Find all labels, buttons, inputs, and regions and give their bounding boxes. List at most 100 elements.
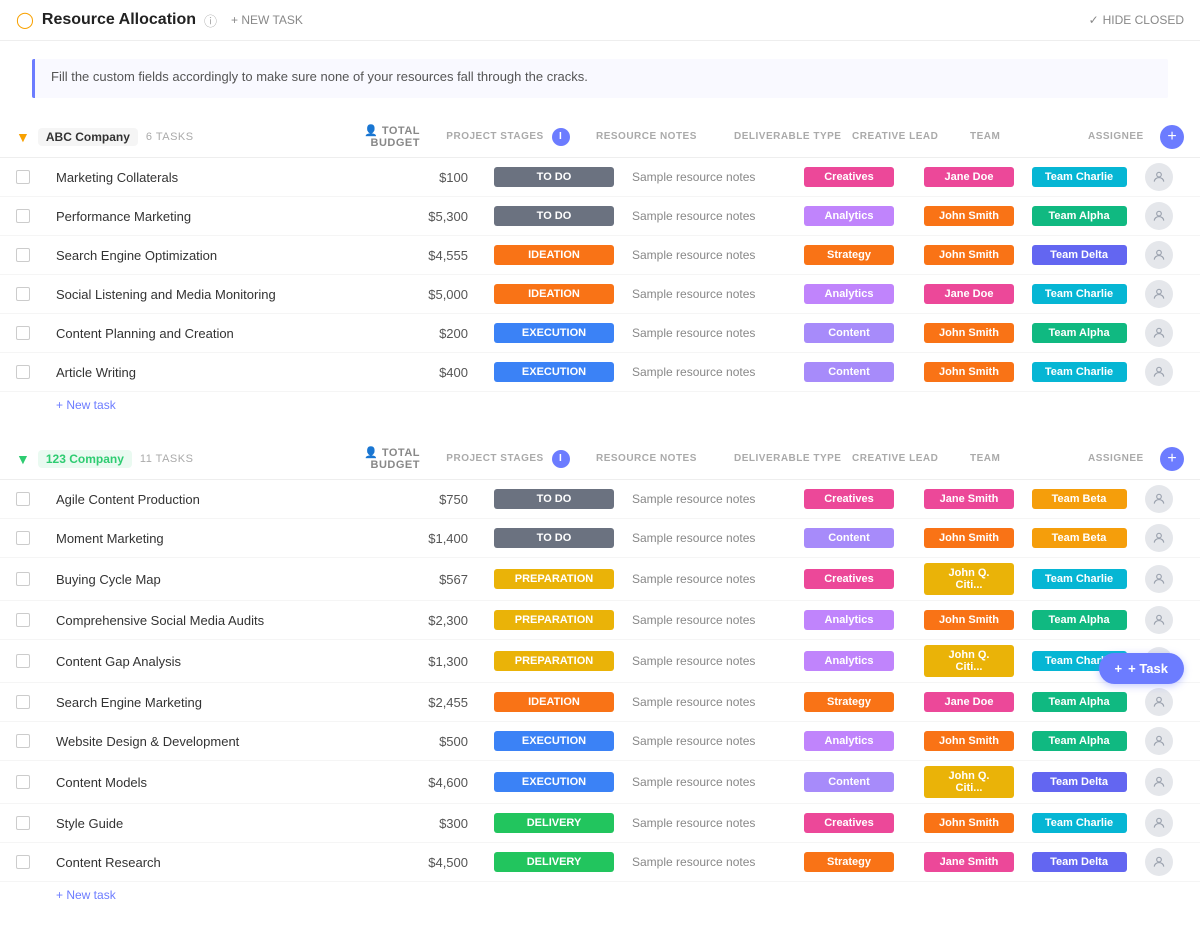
- team-badge[interactable]: Team Delta: [1032, 772, 1127, 792]
- creative-lead-badge[interactable]: John Smith: [924, 245, 1014, 265]
- team-badge[interactable]: Team Alpha: [1032, 610, 1127, 630]
- team-badge[interactable]: Team Beta: [1032, 528, 1127, 548]
- team-badge[interactable]: Team Charlie: [1032, 569, 1127, 589]
- creative-lead-badge[interactable]: John Smith: [924, 731, 1014, 751]
- task-checkbox[interactable]: [16, 695, 30, 709]
- team-badge[interactable]: Team Alpha: [1032, 323, 1127, 343]
- stage-badge[interactable]: DELIVERY: [494, 852, 614, 872]
- task-checkbox[interactable]: [16, 326, 30, 340]
- stage-badge[interactable]: TO DO: [494, 167, 614, 187]
- task-checkbox[interactable]: [16, 365, 30, 379]
- task-checkbox[interactable]: [16, 531, 30, 545]
- creative-lead-badge[interactable]: John Smith: [924, 323, 1014, 343]
- deliverable-badge[interactable]: Creatives: [804, 489, 894, 509]
- creative-lead-badge[interactable]: John Q. Citi...: [924, 766, 1014, 798]
- stage-badge[interactable]: EXECUTION: [494, 323, 614, 343]
- ps-info-icon[interactable]: i: [552, 128, 570, 146]
- task-checkbox[interactable]: [16, 734, 30, 748]
- add-column-button-comp123[interactable]: +: [1160, 447, 1184, 471]
- stage-badge[interactable]: PREPARATION: [494, 651, 614, 671]
- stage-badge[interactable]: EXECUTION: [494, 731, 614, 751]
- assignee-icon[interactable]: [1145, 485, 1173, 513]
- ps-info-icon[interactable]: i: [552, 450, 570, 468]
- task-checkbox[interactable]: [16, 654, 30, 668]
- creative-lead-badge[interactable]: Jane Doe: [924, 284, 1014, 304]
- stage-badge[interactable]: TO DO: [494, 206, 614, 226]
- new-task-row-abc[interactable]: + New task: [0, 392, 1200, 418]
- deliverable-badge[interactable]: Analytics: [804, 206, 894, 226]
- deliverable-badge[interactable]: Creatives: [804, 569, 894, 589]
- assignee-icon[interactable]: [1145, 848, 1173, 876]
- assignee-icon[interactable]: [1145, 358, 1173, 386]
- stage-badge[interactable]: EXECUTION: [494, 362, 614, 382]
- creative-lead-badge[interactable]: Jane Doe: [924, 692, 1014, 712]
- creative-lead-badge[interactable]: John Smith: [924, 362, 1014, 382]
- stage-badge[interactable]: TO DO: [494, 528, 614, 548]
- task-checkbox[interactable]: [16, 816, 30, 830]
- creative-lead-badge[interactable]: John Smith: [924, 610, 1014, 630]
- deliverable-badge[interactable]: Content: [804, 528, 894, 548]
- section-toggle-comp123[interactable]: ▼: [16, 451, 30, 467]
- stage-badge[interactable]: EXECUTION: [494, 772, 614, 792]
- stage-badge[interactable]: TO DO: [494, 489, 614, 509]
- info-icon[interactable]: ⓘ: [204, 11, 217, 30]
- assignee-icon[interactable]: [1145, 688, 1173, 716]
- creative-lead-badge[interactable]: John Smith: [924, 813, 1014, 833]
- stage-badge[interactable]: IDEATION: [494, 284, 614, 304]
- stage-badge[interactable]: DELIVERY: [494, 813, 614, 833]
- creative-lead-badge[interactable]: Jane Doe: [924, 167, 1014, 187]
- stage-badge[interactable]: PREPARATION: [494, 610, 614, 630]
- add-task-float-button[interactable]: + + Task: [1099, 653, 1184, 684]
- team-badge[interactable]: Team Alpha: [1032, 731, 1127, 751]
- stage-badge[interactable]: IDEATION: [494, 692, 614, 712]
- team-badge[interactable]: Team Delta: [1032, 852, 1127, 872]
- creative-lead-badge[interactable]: John Q. Citi...: [924, 563, 1014, 595]
- assignee-icon[interactable]: [1145, 565, 1173, 593]
- task-checkbox[interactable]: [16, 170, 30, 184]
- deliverable-badge[interactable]: Content: [804, 772, 894, 792]
- assignee-icon[interactable]: [1145, 202, 1173, 230]
- deliverable-badge[interactable]: Strategy: [804, 852, 894, 872]
- add-column-button-abc[interactable]: +: [1160, 125, 1184, 149]
- deliverable-badge[interactable]: Content: [804, 362, 894, 382]
- hide-closed-button[interactable]: ✓ HIDE CLOSED: [1089, 13, 1184, 27]
- creative-lead-badge[interactable]: Jane Smith: [924, 489, 1014, 509]
- stage-badge[interactable]: IDEATION: [494, 245, 614, 265]
- deliverable-badge[interactable]: Analytics: [804, 610, 894, 630]
- creative-lead-badge[interactable]: John Smith: [924, 528, 1014, 548]
- team-badge[interactable]: Team Charlie: [1032, 167, 1127, 187]
- team-badge[interactable]: Team Alpha: [1032, 692, 1127, 712]
- deliverable-badge[interactable]: Creatives: [804, 167, 894, 187]
- deliverable-badge[interactable]: Content: [804, 323, 894, 343]
- team-badge[interactable]: Team Charlie: [1032, 813, 1127, 833]
- creative-lead-badge[interactable]: John Smith: [924, 206, 1014, 226]
- team-badge[interactable]: Team Charlie: [1032, 284, 1127, 304]
- assignee-icon[interactable]: [1145, 606, 1173, 634]
- deliverable-badge[interactable]: Analytics: [804, 284, 894, 304]
- team-badge[interactable]: Team Beta: [1032, 489, 1127, 509]
- task-checkbox[interactable]: [16, 572, 30, 586]
- team-badge[interactable]: Team Delta: [1032, 245, 1127, 265]
- stage-badge[interactable]: PREPARATION: [494, 569, 614, 589]
- new-task-header-button[interactable]: + NEW TASK: [225, 11, 309, 29]
- section-toggle-abc[interactable]: ▼: [16, 129, 30, 145]
- team-badge[interactable]: Team Charlie: [1032, 362, 1127, 382]
- task-checkbox[interactable]: [16, 209, 30, 223]
- assignee-icon[interactable]: [1145, 768, 1173, 796]
- deliverable-badge[interactable]: Creatives: [804, 813, 894, 833]
- deliverable-badge[interactable]: Analytics: [804, 731, 894, 751]
- creative-lead-badge[interactable]: John Q. Citi...: [924, 645, 1014, 677]
- task-checkbox[interactable]: [16, 775, 30, 789]
- assignee-icon[interactable]: [1145, 727, 1173, 755]
- task-checkbox[interactable]: [16, 248, 30, 262]
- assignee-icon[interactable]: [1145, 280, 1173, 308]
- assignee-icon[interactable]: [1145, 809, 1173, 837]
- new-task-row-comp123[interactable]: + New task: [0, 882, 1200, 908]
- task-checkbox[interactable]: [16, 287, 30, 301]
- task-checkbox[interactable]: [16, 855, 30, 869]
- deliverable-badge[interactable]: Strategy: [804, 245, 894, 265]
- deliverable-badge[interactable]: Analytics: [804, 651, 894, 671]
- assignee-icon[interactable]: [1145, 241, 1173, 269]
- assignee-icon[interactable]: [1145, 163, 1173, 191]
- team-badge[interactable]: Team Alpha: [1032, 206, 1127, 226]
